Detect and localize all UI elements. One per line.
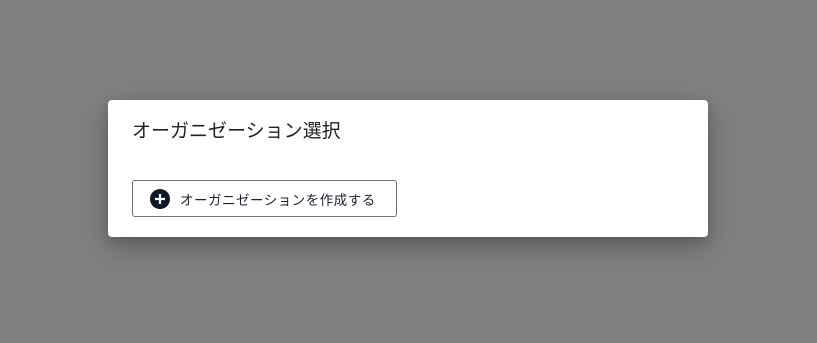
dialog-title: オーガニゼーション選択 (132, 120, 341, 142)
create-organization-button[interactable]: オーガニゼーションを作成する (132, 180, 397, 217)
organization-select-dialog: オーガニゼーション選択 オーガニゼーションを作成する (108, 100, 708, 237)
plus-circle-icon (150, 188, 170, 209)
create-organization-button-label: オーガニゼーションを作成する (180, 192, 376, 209)
